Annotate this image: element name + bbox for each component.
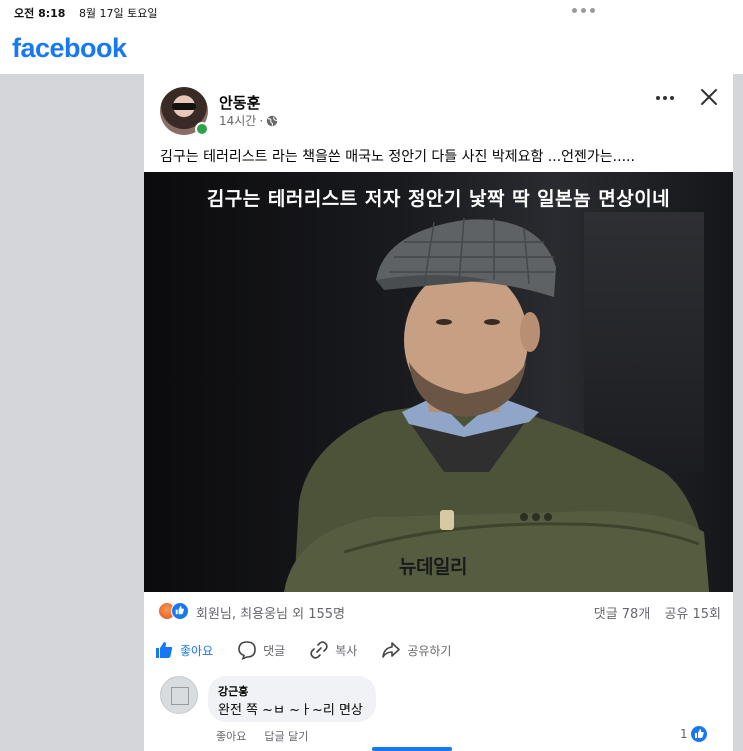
globe-icon	[266, 115, 278, 126]
share-button[interactable]: 공유하기	[381, 638, 451, 662]
post-card: 안동훈 14시간 · 김구는 테러리스트 라는 책을쓴 매국노 정안기 다들 사…	[144, 74, 733, 751]
comment-button[interactable]: 댓글	[237, 638, 285, 662]
author-name[interactable]: 안동훈	[219, 92, 260, 113]
status-time: 오전 8:18	[14, 7, 66, 20]
thumbs-up-icon	[156, 642, 173, 658]
post-meta: 14시간 ·	[219, 112, 278, 129]
more-options-icon[interactable]	[656, 94, 678, 102]
comment-bubble[interactable]: 강근홍 완전 쪽 ~ㅂ ~ㅏ~리 면상	[208, 676, 376, 722]
online-status-dot	[195, 122, 209, 136]
comment-bubble-icon	[238, 641, 256, 660]
post-time[interactable]: 14시간	[219, 112, 256, 129]
photo-watermark: 뉴데일리	[399, 556, 467, 578]
like-icon	[690, 726, 707, 742]
share-label: 공유하기	[407, 643, 452, 658]
status-time-date: 오전 8:18 8월 17일 토요일	[14, 5, 158, 21]
commenter-avatar[interactable]	[160, 676, 198, 714]
like-button[interactable]: 좋아요	[154, 638, 213, 662]
comment-like-count[interactable]: 1	[680, 726, 707, 742]
comment-like-number: 1	[680, 727, 688, 741]
reaction-counts: 댓글 78개 공유 15회	[584, 603, 721, 622]
post-photo[interactable]: 김구는 테러리스트 저자 정안기 낯짝 딱 일본놈 면상이네 뉴데일리	[144, 172, 733, 592]
share-count[interactable]: 공유 15회	[664, 607, 721, 622]
meta-separator: ·	[259, 113, 264, 128]
facebook-logo[interactable]: facebook	[12, 33, 127, 64]
share-arrow-icon	[382, 642, 401, 658]
multitask-dots-icon[interactable]	[572, 8, 595, 13]
comment-count[interactable]: 댓글 78개	[594, 607, 651, 622]
reaction-names[interactable]: 회원님, 최용웅님 외 155명	[196, 603, 345, 622]
photo-caption: 김구는 테러리스트 저자 정안기 낯짝 딱 일본놈 면상이네	[206, 188, 671, 210]
copy-label: 복사	[335, 643, 358, 658]
comment-author[interactable]: 강근홍	[218, 683, 248, 699]
like-icon	[171, 602, 189, 620]
post-text: 김구는 테러리스트 라는 책을쓴 매국노 정안기 다들 사진 박제요함 ...언…	[160, 149, 635, 165]
status-date: 8월 17일 토요일	[78, 7, 158, 20]
like-label: 좋아요	[180, 643, 214, 658]
close-icon[interactable]	[698, 86, 720, 108]
reactions-summary[interactable]: 회원님, 최용웅님 외 155명 댓글 78개 공유 15회	[158, 602, 721, 622]
link-icon	[310, 641, 328, 659]
comment-reply-button[interactable]: 답글 달기	[264, 728, 308, 744]
reaction-icons	[158, 602, 192, 620]
comment-text: 완전 쪽 ~ㅂ ~ㅏ~리 면상	[218, 703, 363, 718]
post-action-bar: 좋아요 댓글 복사 공유하기	[154, 638, 714, 662]
comment-actions: 좋아요 답글 달기	[216, 728, 308, 744]
photo-person-figure	[284, 217, 709, 592]
scroll-indicator	[372, 747, 452, 751]
comment-label: 댓글	[263, 643, 286, 658]
copy-link-button[interactable]: 복사	[309, 638, 357, 662]
comment-like-button[interactable]: 좋아요	[216, 728, 246, 744]
status-bar: 오전 8:18 8월 17일 토요일	[0, 0, 743, 26]
